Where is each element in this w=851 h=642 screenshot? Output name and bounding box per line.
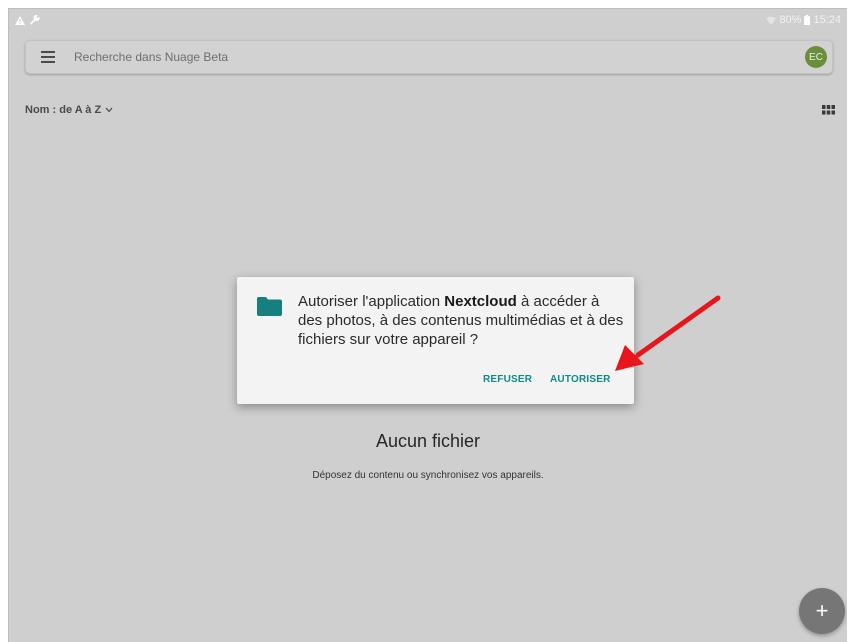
folder-icon	[257, 297, 282, 316]
chevron-down-icon	[105, 107, 113, 113]
avatar[interactable]: EC	[805, 46, 827, 68]
status-bar: 80% 15:24	[9, 9, 847, 31]
permission-message: Autoriser l'application Nextcloud à accé…	[298, 292, 624, 349]
permission-message-start: Autoriser l'application	[298, 293, 445, 310]
status-icons-right: 80% 15:24	[766, 14, 841, 26]
add-label: +	[815, 598, 829, 623]
sort-label: Nom : de A à Z	[25, 104, 102, 116]
allow-button[interactable]: AUTORISER	[550, 374, 611, 385]
battery-icon	[804, 15, 811, 25]
sort-selector[interactable]: Nom : de A à Z	[25, 104, 113, 116]
grid-view-icon[interactable]	[822, 105, 835, 115]
status-icons-left	[15, 15, 40, 25]
battery-percent: 80%	[779, 14, 802, 26]
search-bar[interactable]: Recherche dans Nuage Beta EC	[25, 40, 833, 74]
app-screen: 80% 15:24 Recherche dans Nuage Beta EC N…	[8, 8, 847, 642]
hamburger-menu-icon[interactable]	[39, 50, 59, 64]
add-button[interactable]: +	[799, 588, 845, 634]
empty-state-title: Aucun fichier	[375, 431, 481, 451]
wifi-icon	[766, 16, 777, 25]
empty-state-subtitle: Déposez du contenu ou synchronisez vos a…	[312, 470, 544, 481]
wrench-icon	[30, 15, 40, 25]
permission-dialog: Autoriser l'application Nextcloud à accé…	[237, 277, 634, 404]
app-name: Nextcloud	[444, 293, 517, 310]
clock: 15:24	[813, 14, 841, 26]
search-input[interactable]: Recherche dans Nuage Beta	[74, 50, 228, 64]
deny-button[interactable]: REFUSER	[483, 374, 532, 385]
alert-icon	[15, 15, 25, 25]
